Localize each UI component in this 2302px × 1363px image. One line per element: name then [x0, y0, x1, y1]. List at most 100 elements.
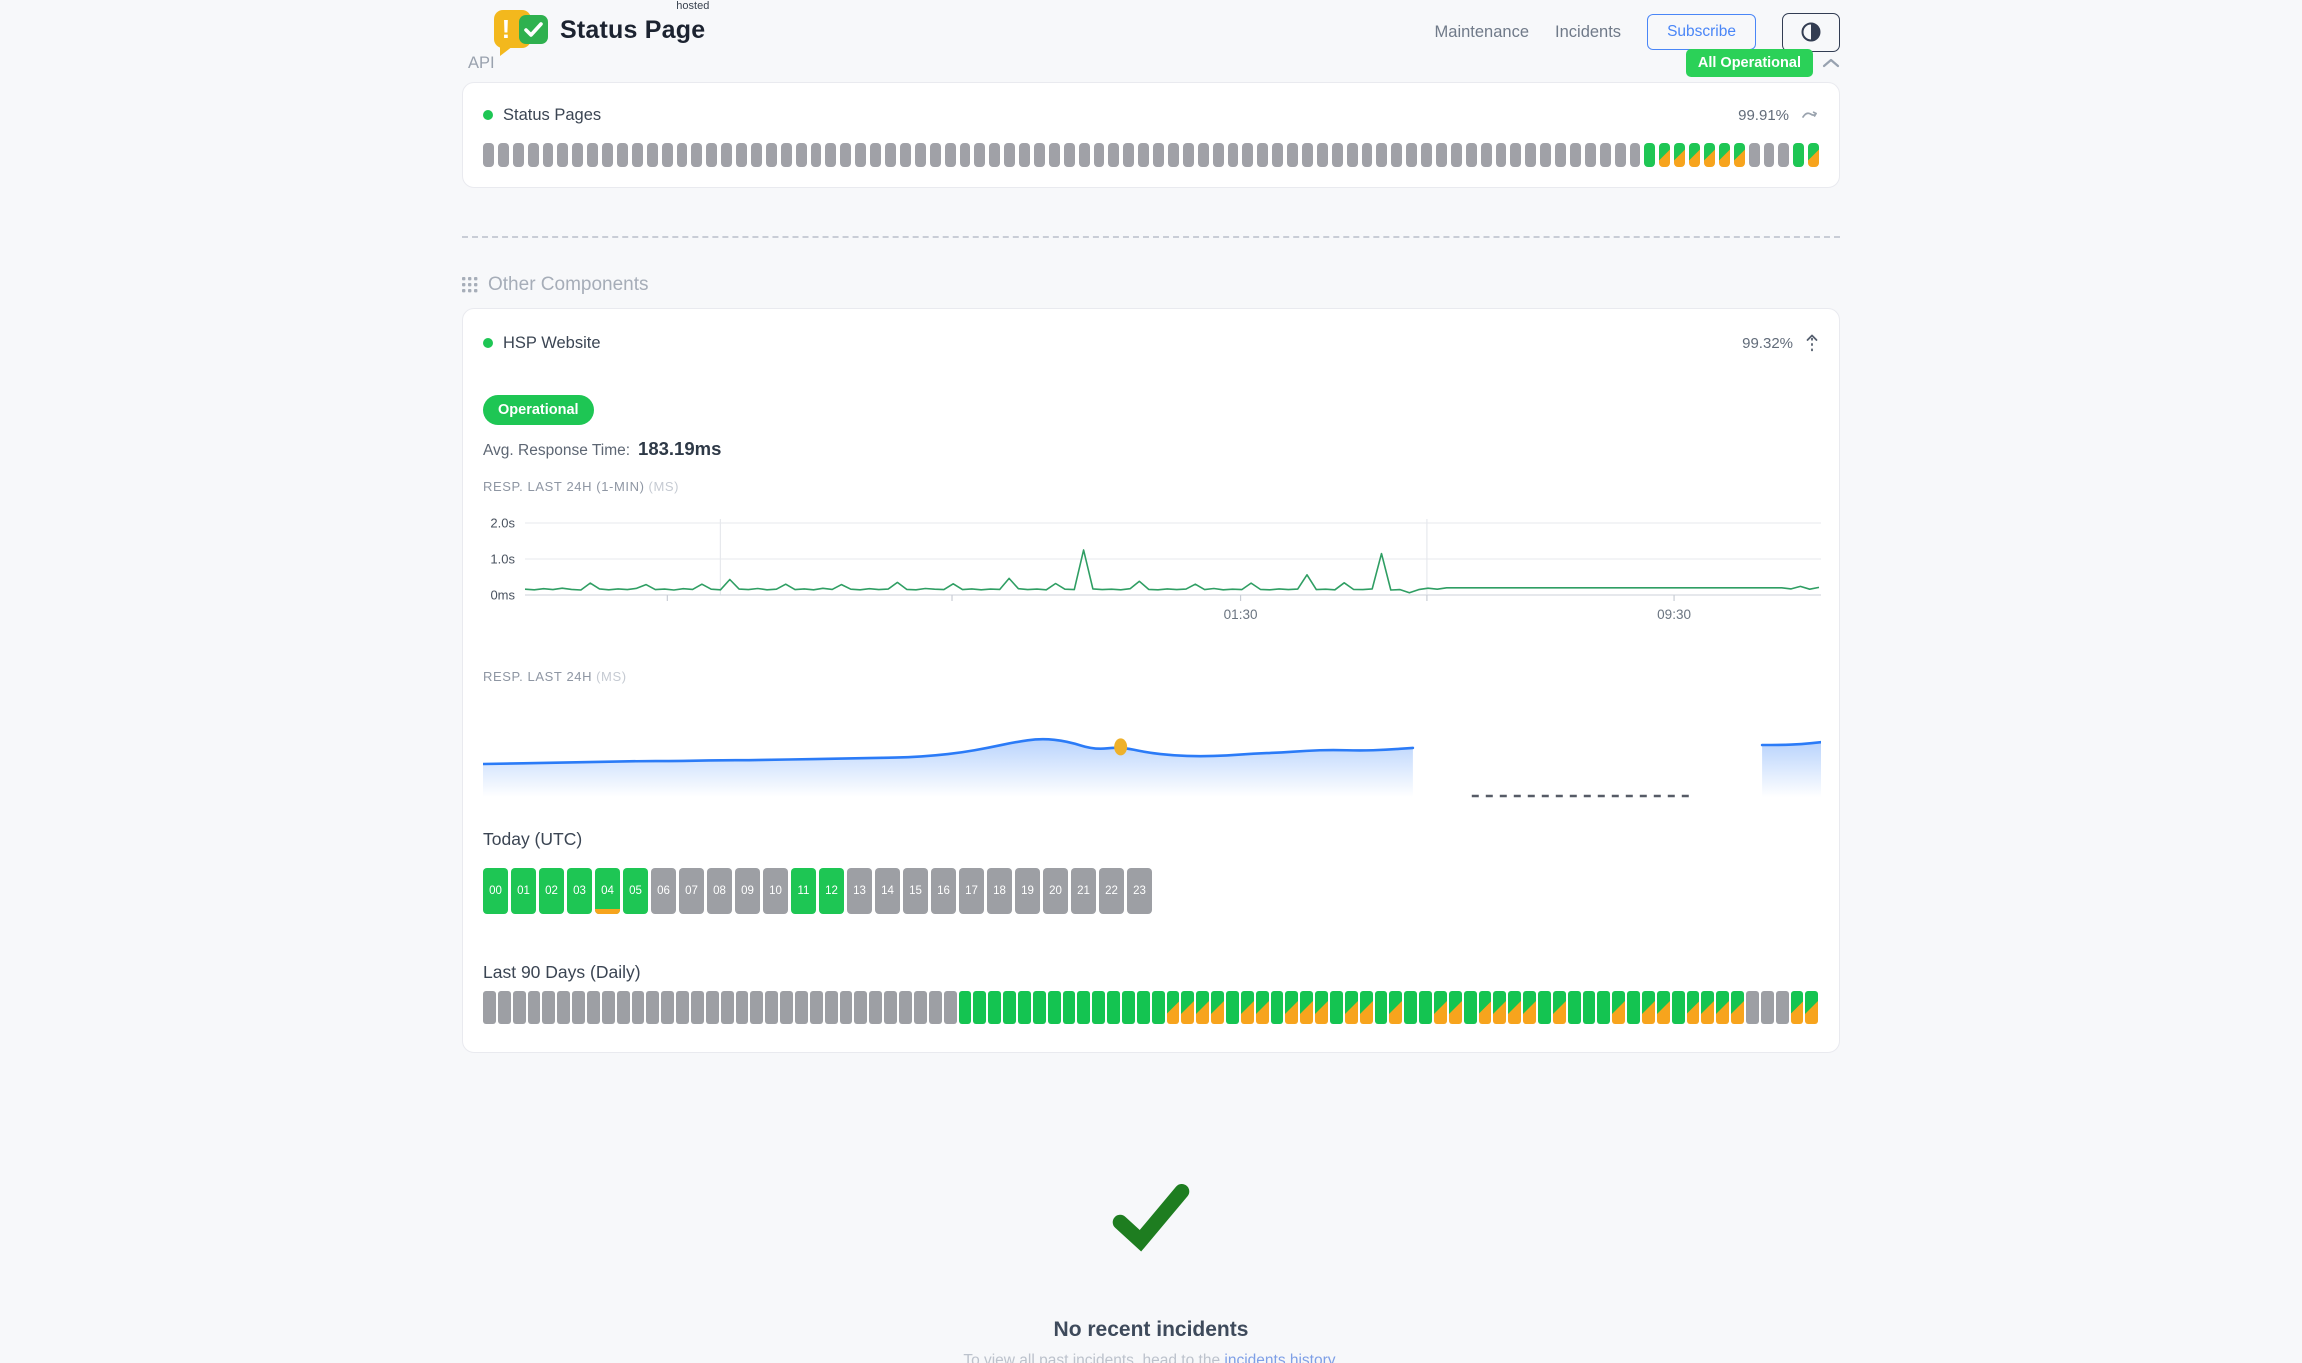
hour-block-16[interactable]: 16: [931, 868, 956, 914]
uptime-bar-no-data[interactable]: [766, 143, 777, 167]
uptime-bar-operational[interactable]: [1538, 991, 1551, 1024]
uptime-bar-no-data[interactable]: [1094, 143, 1105, 167]
uptime-bar-no-data[interactable]: [646, 991, 659, 1024]
uptime-bar-no-data[interactable]: [1317, 143, 1328, 167]
uptime-bar-no-data[interactable]: [632, 991, 645, 1024]
uptime-bar-no-data[interactable]: [854, 991, 867, 1024]
uptime-bar-no-data[interactable]: [1525, 143, 1536, 167]
uptime-bar-no-data[interactable]: [1778, 143, 1789, 167]
uptime-bar-no-data[interactable]: [1776, 991, 1789, 1024]
uptime-bar-no-data[interactable]: [929, 991, 942, 1024]
uptime-bar-no-data[interactable]: [989, 143, 1000, 167]
refresh-icon[interactable]: [1801, 108, 1819, 122]
uptime-bar-operational[interactable]: [973, 991, 986, 1024]
uptime-bar-no-data[interactable]: [1406, 143, 1417, 167]
uptime-bar-no-data[interactable]: [1213, 143, 1224, 167]
uptime-bar-operational[interactable]: [1568, 991, 1581, 1024]
uptime-bar-no-data[interactable]: [1332, 143, 1343, 167]
uptime-bar-degraded[interactable]: [1256, 991, 1269, 1024]
uptime-bar-operational[interactable]: [1048, 991, 1061, 1024]
uptime-bar-no-data[interactable]: [1257, 143, 1268, 167]
uptime-bar-no-data[interactable]: [840, 143, 851, 167]
uptime-bar-no-data[interactable]: [900, 143, 911, 167]
uptime-bar-no-data[interactable]: [721, 143, 732, 167]
uptime-bar-degraded[interactable]: [1493, 991, 1506, 1024]
uptime-bar-no-data[interactable]: [691, 991, 704, 1024]
uptime-bar-no-data[interactable]: [1049, 143, 1060, 167]
uptime-bar-operational[interactable]: [1226, 991, 1239, 1024]
uptime-bar-no-data[interactable]: [513, 143, 524, 167]
uptime-bar-no-data[interactable]: [572, 991, 585, 1024]
uptime-bar-no-data[interactable]: [960, 143, 971, 167]
uptime-bar-degraded[interactable]: [1523, 991, 1536, 1024]
uptime-bar-no-data[interactable]: [1347, 143, 1358, 167]
uptime-bar-no-data[interactable]: [914, 991, 927, 1024]
uptime-bar-no-data[interactable]: [765, 991, 778, 1024]
uptime-bar-no-data[interactable]: [528, 143, 539, 167]
status-pages-uptime-bars[interactable]: [483, 143, 1819, 167]
last-90-days-blocks[interactable]: [483, 991, 1819, 1024]
uptime-bar-no-data[interactable]: [781, 143, 792, 167]
uptime-bar-degraded[interactable]: [1689, 143, 1700, 167]
uptime-bar-no-data[interactable]: [899, 991, 912, 1024]
uptime-bar-no-data[interactable]: [780, 991, 793, 1024]
uptime-bar-no-data[interactable]: [810, 991, 823, 1024]
uptime-bar-no-data[interactable]: [661, 991, 674, 1024]
uptime-bar-no-data[interactable]: [1034, 143, 1045, 167]
uptime-bar-operational[interactable]: [1644, 143, 1655, 167]
uptime-bar-no-data[interactable]: [706, 991, 719, 1024]
uptime-bar-degraded[interactable]: [1211, 991, 1224, 1024]
hour-block-03[interactable]: 03: [567, 868, 592, 914]
uptime-bar-no-data[interactable]: [811, 143, 822, 167]
uptime-bar-no-data[interactable]: [498, 991, 511, 1024]
uptime-bar-no-data[interactable]: [915, 143, 926, 167]
uptime-bar-no-data[interactable]: [587, 991, 600, 1024]
uptime-bar-no-data[interactable]: [617, 143, 628, 167]
uptime-bar-no-data[interactable]: [1630, 143, 1641, 167]
uptime-bar-operational[interactable]: [1137, 991, 1150, 1024]
hour-block-18[interactable]: 18: [987, 868, 1012, 914]
uptime-bar-no-data[interactable]: [1004, 143, 1015, 167]
hour-block-22[interactable]: 22: [1099, 868, 1124, 914]
uptime-bar-degraded[interactable]: [1167, 991, 1180, 1024]
uptime-bar-degraded[interactable]: [1701, 991, 1714, 1024]
uptime-bar-degraded[interactable]: [1657, 991, 1670, 1024]
uptime-bar-no-data[interactable]: [736, 991, 749, 1024]
brand-logo[interactable]: ! hosted Status Page: [492, 6, 705, 58]
uptime-bar-no-data[interactable]: [1138, 143, 1149, 167]
uptime-bar-no-data[interactable]: [1451, 143, 1462, 167]
uptime-bar-degraded[interactable]: [1300, 991, 1313, 1024]
uptime-bar-degraded[interactable]: [1719, 143, 1730, 167]
chart-marker-dot[interactable]: [1114, 738, 1127, 755]
uptime-bar-no-data[interactable]: [602, 143, 613, 167]
uptime-bar-degraded[interactable]: [1731, 991, 1744, 1024]
chevron-up-icon[interactable]: [1822, 58, 1840, 68]
uptime-bar-degraded[interactable]: [1808, 143, 1819, 167]
hour-block-10[interactable]: 10: [763, 868, 788, 914]
uptime-bar-no-data[interactable]: [572, 143, 583, 167]
uptime-bar-no-data[interactable]: [825, 991, 838, 1024]
uptime-bar-degraded[interactable]: [1241, 991, 1254, 1024]
uptime-bar-degraded[interactable]: [1345, 991, 1358, 1024]
uptime-bar-operational[interactable]: [1063, 991, 1076, 1024]
uptime-bar-no-data[interactable]: [1555, 143, 1566, 167]
hour-block-09[interactable]: 09: [735, 868, 760, 914]
uptime-bar-no-data[interactable]: [1540, 143, 1551, 167]
hour-block-21[interactable]: 21: [1071, 868, 1096, 914]
nav-incidents[interactable]: Incidents: [1555, 23, 1621, 42]
uptime-bar-no-data[interactable]: [721, 991, 734, 1024]
uptime-bar-degraded[interactable]: [1181, 991, 1194, 1024]
hour-block-15[interactable]: 15: [903, 868, 928, 914]
uptime-bar-no-data[interactable]: [557, 143, 568, 167]
uptime-bar-operational[interactable]: [1583, 991, 1596, 1024]
uptime-bar-no-data[interactable]: [1153, 143, 1164, 167]
hour-block-00[interactable]: 00: [483, 868, 508, 914]
hour-block-12[interactable]: 12: [819, 868, 844, 914]
uptime-bar-degraded[interactable]: [1389, 991, 1402, 1024]
uptime-bar-operational[interactable]: [1464, 991, 1477, 1024]
uptime-bar-no-data[interactable]: [1761, 991, 1774, 1024]
uptime-bar-no-data[interactable]: [483, 143, 494, 167]
uptime-bar-no-data[interactable]: [884, 991, 897, 1024]
uptime-bar-operational[interactable]: [1271, 991, 1284, 1024]
uptime-bar-no-data[interactable]: [513, 991, 526, 1024]
